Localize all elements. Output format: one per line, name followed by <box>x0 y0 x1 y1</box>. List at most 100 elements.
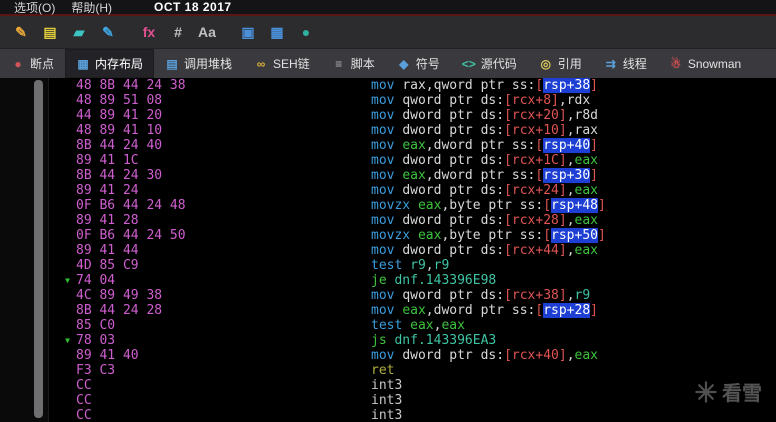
asm-token: mov <box>371 303 403 318</box>
asm-token: , <box>558 93 567 108</box>
disasm-row[interactable]: 48 89 41 10 mov dword ptr ds:[rcx+10],rax <box>49 123 776 138</box>
asm-token: test <box>371 258 411 273</box>
script-icon: ≡ <box>335 56 343 71</box>
asm-token: rsp+50 <box>551 228 598 243</box>
asm-token: dword ptr ds: <box>402 123 505 138</box>
asm-token: dword ptr ss: <box>433 138 536 153</box>
instruction-bytes: 4C 89 49 38 <box>76 288 163 303</box>
asm-token: mov <box>371 93 403 108</box>
disasm-row[interactable]: 4D 85 C9 test r9,r9 <box>49 258 776 273</box>
scrollbar-thumb[interactable] <box>34 80 43 418</box>
tab-call-stack[interactable]: ▤ 调用堆栈 <box>154 49 243 78</box>
fx-icon[interactable]: fx <box>138 21 160 43</box>
asm-token: eax <box>574 348 598 363</box>
disasm-row[interactable]: CC int3 <box>49 393 776 408</box>
disasm-row[interactable]: CC int3 <box>49 408 776 422</box>
asm-token: [ <box>543 228 552 243</box>
symbols-icon: ◆ <box>399 56 409 71</box>
menu-item-options[interactable]: 选项(O) <box>6 1 63 15</box>
disasm-row[interactable]: 89 41 24 mov dword ptr ds:[rcx+24],eax <box>49 183 776 198</box>
pen-icon[interactable]: ✎ <box>97 21 119 43</box>
hash-icon[interactable]: # <box>167 21 189 43</box>
asm-token: ] <box>590 168 598 183</box>
asm-token: [rcx+20] <box>504 108 567 123</box>
tab-label: 符号 <box>415 57 440 71</box>
asm-token: js <box>371 333 395 348</box>
font-size-icon[interactable]: Aa <box>196 21 218 43</box>
jump-arrow-icon: ▼ <box>65 275 70 285</box>
jump-arrow-cell <box>49 123 76 138</box>
memory-icon: ▦ <box>77 56 89 71</box>
disasm-row[interactable]: 0F B6 44 24 48 movzx eax,byte ptr ss:[rsp… <box>49 198 776 213</box>
instruction-bytes: 8B 44 24 40 <box>76 138 163 153</box>
jump-arrow-cell <box>49 78 76 93</box>
instruction-bytes: 78 03 <box>76 333 116 348</box>
jump-arrow-cell <box>49 393 76 408</box>
instruction-text: mov eax,dword ptr ss:[rsp+40] <box>371 138 776 153</box>
asm-token: r9 <box>410 258 426 273</box>
jump-arrow-cell <box>49 288 76 303</box>
tab-breakpoints[interactable]: ● 断点 <box>0 49 65 78</box>
chain-icon: ∞ <box>256 56 266 71</box>
tab-seh-chain[interactable]: ∞ SEH链 <box>243 49 321 78</box>
disasm-row[interactable]: 44 89 41 20 mov dword ptr ds:[rcx+20],r8d <box>49 108 776 123</box>
notes-icon[interactable]: ▤ <box>39 21 61 43</box>
instruction-text: je dnf.143396E98 <box>371 273 776 288</box>
tab-label: 引用 <box>557 57 582 71</box>
instruction-text: mov qword ptr ds:[rcx+38],r9 <box>371 288 776 303</box>
tab-threads[interactable]: ⇉ 线程 <box>593 49 658 78</box>
instruction-text: mov dword ptr ds:[rcx+1C],eax <box>371 153 776 168</box>
disasm-row[interactable]: 8B 44 24 30 mov eax,dword ptr ss:[rsp+30] <box>49 168 776 183</box>
menu-item-help[interactable]: 帮助(H) <box>63 1 120 15</box>
disasm-row[interactable]: 89 41 40 mov dword ptr ds:[rcx+40],eax <box>49 348 776 363</box>
instruction-text: movzx eax,byte ptr ss:[rsp+50] <box>371 228 776 243</box>
jump-arrow-cell <box>49 213 76 228</box>
disasm-row[interactable]: 8B 44 24 40 mov eax,dword ptr ss:[rsp+40] <box>49 138 776 153</box>
asm-token: ] <box>598 198 606 213</box>
disasm-row[interactable]: 85 C0 test eax,eax <box>49 318 776 333</box>
tab-references[interactable]: ◎ 引用 <box>528 49 593 78</box>
disasm-row[interactable]: 89 41 28 mov dword ptr ds:[rcx+28],eax <box>49 213 776 228</box>
jump-arrow-cell <box>49 168 76 183</box>
disasm-row[interactable]: ▼ 78 03 js dnf.143396EA3 <box>49 333 776 348</box>
asm-token: [rcx+10] <box>504 123 567 138</box>
disasm-row[interactable]: 89 41 1C mov dword ptr ds:[rcx+1C],eax <box>49 153 776 168</box>
asm-token: eax <box>574 183 598 198</box>
copy-icon[interactable]: ▣ <box>237 21 259 43</box>
instruction-text: mov dword ptr ds:[rcx+44],eax <box>371 243 776 258</box>
edit-icon[interactable]: ✎ <box>10 21 32 43</box>
instruction-text: int3 <box>371 408 776 422</box>
instruction-bytes: 4D 85 C9 <box>76 258 139 273</box>
highlighter-icon[interactable]: ▰ <box>68 21 90 43</box>
pages-icon[interactable]: ▦ <box>266 21 288 43</box>
instruction-bytes: 44 89 41 20 <box>76 108 163 123</box>
tab-label: 内存布局 <box>95 57 144 71</box>
tab-script[interactable]: ≡ 脚本 <box>321 49 386 78</box>
asm-token: mov <box>371 153 403 168</box>
disasm-row[interactable]: 4C 89 49 38 mov qword ptr ds:[rcx+38],r9 <box>49 288 776 303</box>
disasm-row[interactable]: 8B 44 24 28 mov eax,dword ptr ss:[rsp+28] <box>49 303 776 318</box>
instruction-bytes: F3 C3 <box>76 363 116 378</box>
asm-token: [rcx+8] <box>504 93 559 108</box>
disasm-row[interactable]: CC int3 <box>49 378 776 393</box>
asm-token: [rcx+24] <box>504 183 567 198</box>
globe-icon[interactable]: ● <box>295 21 317 43</box>
asm-token: eax <box>402 138 426 153</box>
disasm-row[interactable]: ▼ 74 04 je dnf.143396E98 <box>49 273 776 288</box>
jump-arrow-cell <box>49 153 76 168</box>
asm-token: qword ptr ss: <box>433 78 536 93</box>
tab-symbols[interactable]: ◆ 符号 <box>386 49 451 78</box>
asm-token: rsp+28 <box>543 303 591 318</box>
asm-token: [rcx+28] <box>504 213 567 228</box>
disasm-row[interactable]: F3 C3 ret <box>49 363 776 378</box>
tab-source[interactable]: <> 源代码 <box>451 49 528 78</box>
asm-token: dword ptr ds: <box>402 213 505 228</box>
asm-token: mov <box>371 213 403 228</box>
disasm-row[interactable]: 48 8B 44 24 38 mov rax,qword ptr ss:[rsp+… <box>49 78 776 93</box>
disasm-row[interactable]: 0F B6 44 24 50 movzx eax,byte ptr ss:[rsp… <box>49 228 776 243</box>
tab-snowman[interactable]: ☃ Snowman <box>658 49 752 78</box>
disasm-row[interactable]: 89 41 44 mov dword ptr ds:[rcx+44],eax <box>49 243 776 258</box>
jump-arrow-cell <box>49 258 76 273</box>
tab-memory-map[interactable]: ▦ 内存布局 <box>65 49 155 78</box>
disasm-row[interactable]: 48 89 51 08 mov qword ptr ds:[rcx+8],rdx <box>49 93 776 108</box>
